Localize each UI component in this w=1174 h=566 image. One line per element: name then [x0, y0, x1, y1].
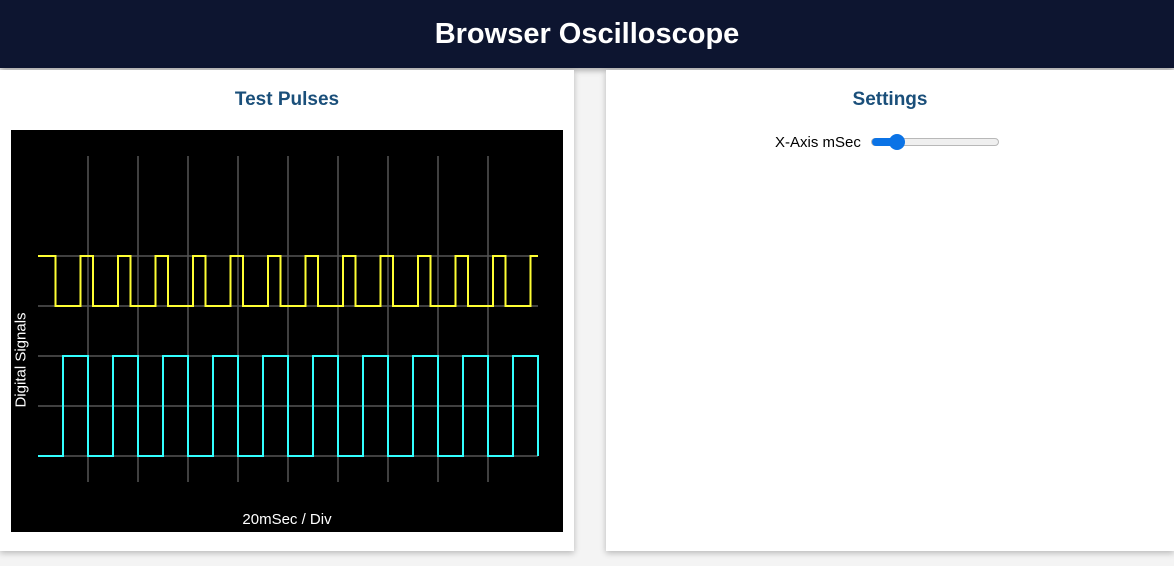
settings-panel-title: Settings: [852, 89, 928, 110]
top-bar: Browser Oscilloscope: [0, 0, 1174, 68]
scope-panel-title: Test Pulses: [234, 89, 340, 110]
y-axis-label: Digital Signals: [12, 312, 30, 408]
settings-panel: Settings X-Axis mSec: [606, 70, 1174, 551]
x-axis-label: 20mSec / Div: [242, 511, 332, 528]
scope-panel: Test Pulses Digital Signals 20mSec / Div: [0, 70, 574, 551]
x-axis-slider[interactable]: [870, 134, 999, 150]
x-axis-slider-label: X-Axis mSec: [775, 133, 861, 151]
x-axis-setting: X-Axis mSec: [775, 132, 999, 152]
scope-plot: [38, 156, 539, 482]
x-axis-slider-thumb[interactable]: [888, 134, 905, 150]
oscilloscope-canvas: Digital Signals 20mSec / Div: [11, 130, 563, 532]
app-title: Browser Oscilloscope: [434, 18, 740, 50]
signal-trace-2: [38, 355, 539, 457]
